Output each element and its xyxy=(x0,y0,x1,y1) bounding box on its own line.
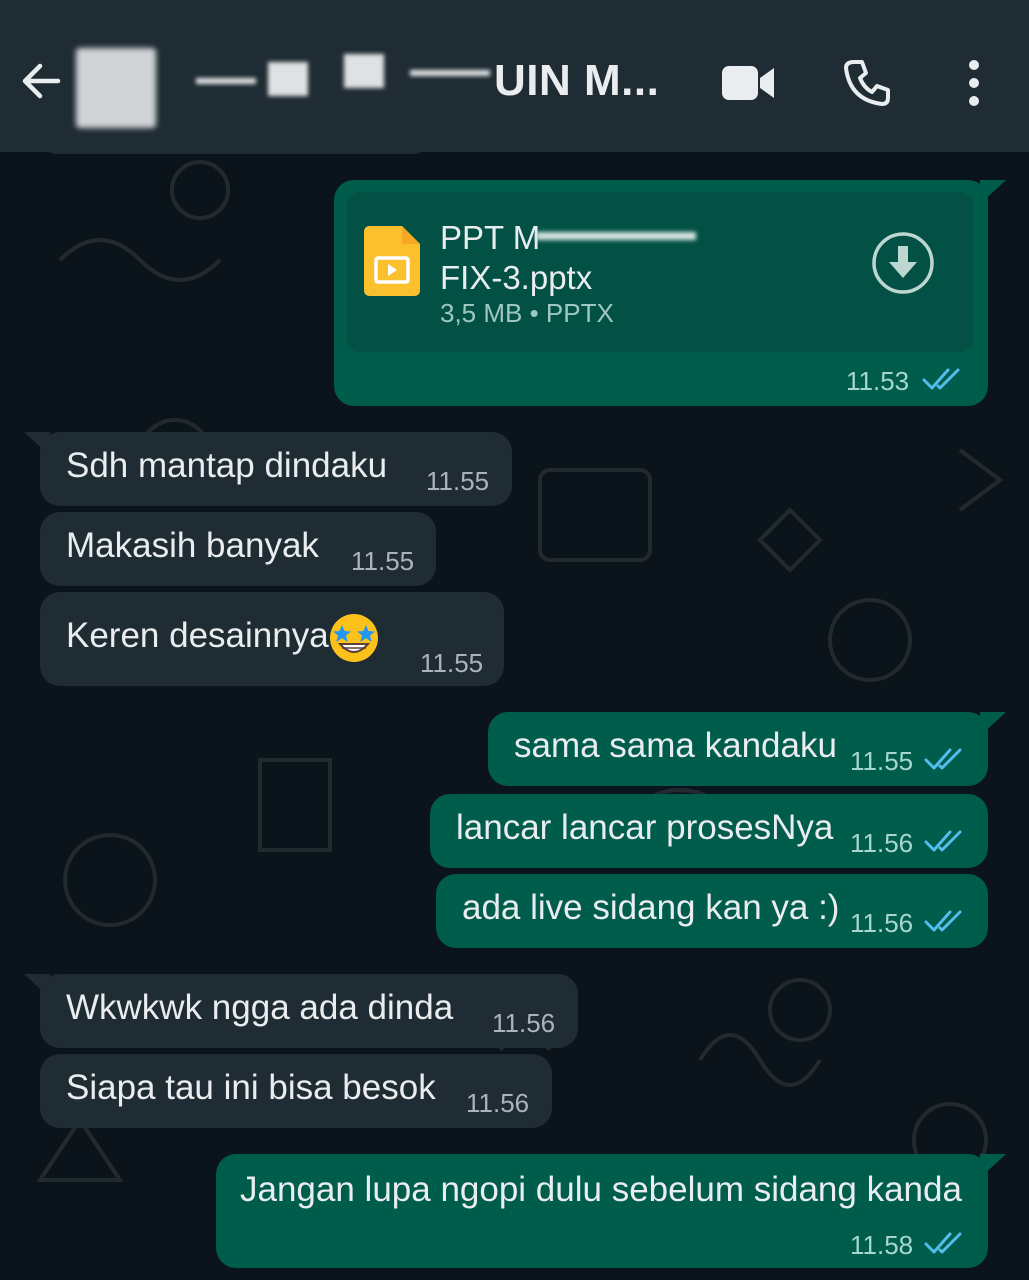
read-ticks-icon xyxy=(924,830,962,852)
incoming-message-bubble[interactable]: Keren desainnya 11.55 xyxy=(40,592,504,686)
phone-icon[interactable] xyxy=(842,58,892,108)
message-text: Makasih banyak xyxy=(66,526,319,565)
chat-title[interactable]: UIN M... xyxy=(494,56,659,106)
redacted-name-part xyxy=(344,54,384,88)
more-vertical-icon[interactable] xyxy=(960,58,988,108)
message-time: 11.56 xyxy=(492,1008,556,1038)
star-struck-emoji-icon xyxy=(330,614,378,662)
redacted-name-part xyxy=(196,78,256,84)
presentation-file-icon xyxy=(364,226,420,296)
read-ticks-icon xyxy=(924,748,962,770)
outgoing-message-bubble[interactable]: sama sama kandaku 11.55 xyxy=(488,712,988,786)
message-time: 11.56 xyxy=(466,1088,530,1118)
chat-screen: UIN M... PPT M FIX-3.pptx 3,5 MB • PPTX … xyxy=(0,0,1029,1280)
message-text: Wkwkwk ngga ada dinda xyxy=(66,988,454,1027)
message-time: 11.55 xyxy=(351,546,415,576)
message-time: 11.55 xyxy=(850,746,914,776)
outgoing-message-bubble[interactable]: lancar lancar prosesNya 11.56 xyxy=(430,794,988,868)
read-ticks-icon xyxy=(924,910,962,932)
read-ticks-icon xyxy=(924,1232,962,1254)
arrow-left-icon[interactable] xyxy=(18,58,64,104)
redacted-name-part xyxy=(410,70,490,76)
chat-header: UIN M... xyxy=(0,0,1029,152)
message-text: Siapa tau ini bisa besok xyxy=(66,1068,436,1107)
outgoing-message-bubble[interactable]: Jangan lupa ngopi dulu sebelum sidang ka… xyxy=(216,1154,988,1268)
document-name-line2: FIX-3.pptx xyxy=(440,259,593,296)
message-text: sama sama kandaku xyxy=(514,726,837,765)
read-ticks-icon xyxy=(922,368,960,390)
message-text: Sdh mantap dindaku xyxy=(66,446,388,485)
contact-avatar[interactable] xyxy=(76,48,156,128)
document-meta: 3,5 MB • PPTX xyxy=(440,298,614,328)
message-time: 11.55 xyxy=(420,648,484,678)
document-message-bubble[interactable]: PPT M FIX-3.pptx 3,5 MB • PPTX 11.53 xyxy=(334,180,988,406)
video-camera-icon[interactable] xyxy=(720,62,776,104)
incoming-message-bubble[interactable]: Wkwkwk ngga ada dinda 11.56 xyxy=(40,974,578,1048)
message-text: Jangan lupa ngopi dulu sebelum sidang ka… xyxy=(240,1170,962,1209)
document-name: PPT M FIX-3.pptx xyxy=(440,218,592,298)
message-time: 11.55 xyxy=(426,466,490,496)
redacted-filename-part xyxy=(536,232,696,240)
redacted-name-part xyxy=(268,62,308,96)
message-time: 11.56 xyxy=(850,828,914,858)
incoming-message-bubble[interactable]: Siapa tau ini bisa besok 11.56 xyxy=(40,1054,552,1128)
message-time: 11.53 xyxy=(846,366,910,396)
incoming-message-bubble[interactable]: Makasih banyak 11.55 xyxy=(40,512,436,586)
message-text: lancar lancar prosesNya xyxy=(456,808,834,847)
message-text: ada live sidang kan ya :) xyxy=(462,888,840,927)
outgoing-message-bubble[interactable]: ada live sidang kan ya :) 11.56 xyxy=(436,874,988,948)
message-text: Keren desainnya xyxy=(66,616,329,655)
message-time: 11.58 xyxy=(850,1230,914,1260)
message-time: 11.56 xyxy=(850,908,914,938)
document-card[interactable]: PPT M FIX-3.pptx 3,5 MB • PPTX xyxy=(346,192,974,352)
download-icon[interactable] xyxy=(870,230,936,296)
incoming-message-bubble[interactable]: Sdh mantap dindaku 11.55 xyxy=(40,432,512,506)
